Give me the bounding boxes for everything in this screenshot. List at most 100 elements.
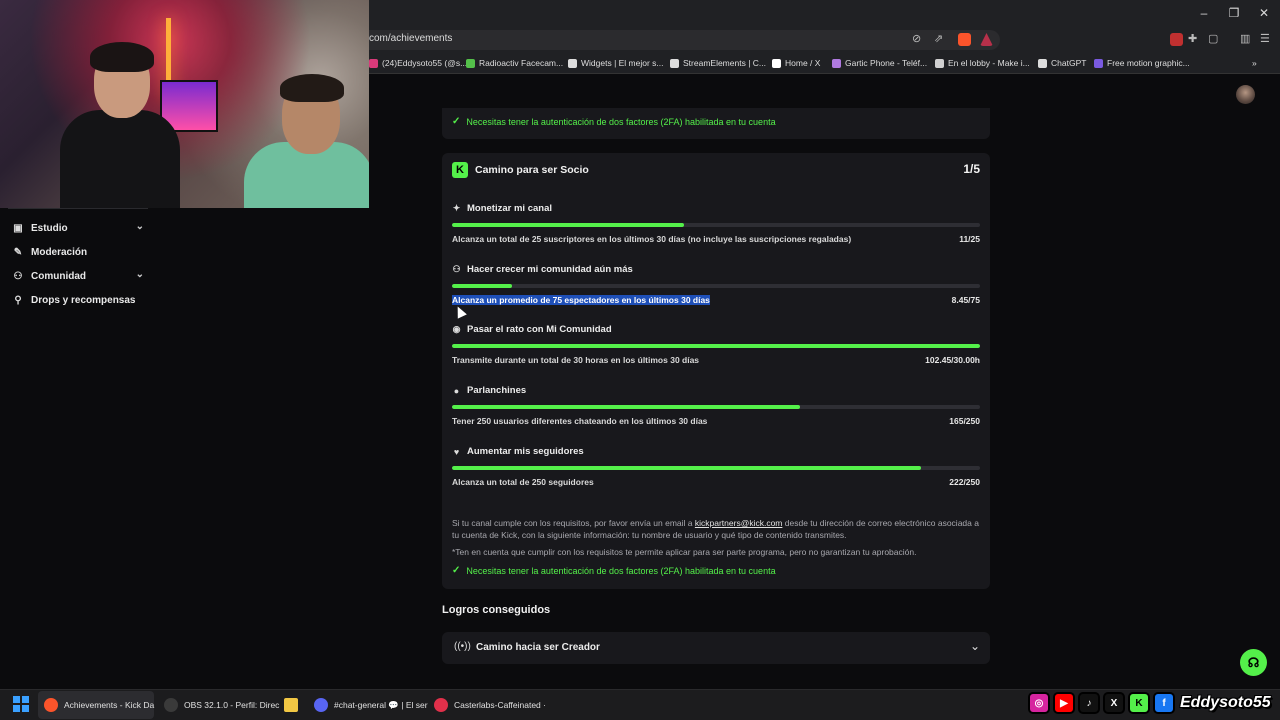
more-bookmarks-icon[interactable]: » bbox=[1252, 58, 1257, 68]
top-2fa-notice: ✓ Necesitas tener la autenticación de do… bbox=[452, 116, 776, 127]
bookmark-item[interactable]: Free motion graphic... bbox=[1094, 58, 1190, 68]
tiktok-icon: ♪ bbox=[1078, 692, 1100, 714]
bookmark-item[interactable]: Radioactiv Facecam... bbox=[466, 58, 563, 68]
progress-bar-fill bbox=[452, 344, 980, 348]
check-icon: ✓ bbox=[452, 565, 461, 576]
brave-shields-icon[interactable] bbox=[958, 33, 971, 46]
social-overlay: ◎ ▶ ♪ X Kf Eddysoto55 bbox=[1028, 690, 1271, 716]
taskbar-item-label: OBS 32.1.0 - Perfil: Direc bbox=[184, 700, 280, 710]
requirement-item: ● Parlanchines Tener 250 usuarios diferent… bbox=[452, 385, 980, 426]
sidebar-item-drops[interactable]: ⚲ Drops y recompensas bbox=[12, 292, 144, 308]
bookmark-label: (24)Eddysoto55 (@s... bbox=[382, 58, 468, 68]
taskbar-item[interactable] bbox=[284, 697, 298, 713]
webcam-person-right bbox=[230, 74, 369, 208]
sidebar-item-label: Moderación bbox=[31, 246, 88, 258]
bookmark-item[interactable]: (24)Eddysoto55 (@s... bbox=[369, 58, 467, 68]
minimize-icon[interactable]: – bbox=[1196, 6, 1212, 20]
sidebar-item-estudio[interactable]: ▣ Estudio ⌄ bbox=[12, 220, 144, 236]
extension-icon[interactable] bbox=[1170, 33, 1183, 46]
streamelements-icon bbox=[670, 58, 679, 68]
puzzle-icon[interactable]: ✚ bbox=[1188, 32, 1197, 45]
bookmark-item[interactable]: En el lobby - Make i... bbox=[935, 58, 1030, 68]
progress-bar-fill bbox=[452, 405, 801, 409]
check-icon: ✓ bbox=[452, 116, 461, 127]
taskbar-item-label: Casterlabs-Caffeinated · bbox=[454, 700, 546, 710]
achievements-heading: Logros conseguidos bbox=[442, 604, 551, 616]
x-icon: X bbox=[1103, 692, 1125, 714]
restore-icon[interactable]: ❐ bbox=[1226, 6, 1242, 20]
requirement-title-text: Pasar el rato con Mi Comunidad bbox=[467, 324, 612, 335]
sidebar-item-moderacion[interactable]: ✎ Moderación bbox=[12, 244, 144, 260]
windows-start-icon[interactable] bbox=[13, 696, 29, 712]
progress-bar bbox=[452, 466, 980, 470]
info-paragraph: Si tu canal cumple con los requisitos, p… bbox=[452, 517, 980, 541]
chevron-down-icon[interactable]: ⌄ bbox=[970, 639, 980, 653]
community-icon: ⚇ bbox=[13, 270, 23, 282]
chevron-down-icon[interactable]: ⌄ bbox=[136, 221, 144, 232]
requirement-title-text: Aumentar mis seguidores bbox=[467, 446, 584, 457]
progress-bar-fill bbox=[452, 466, 921, 470]
bookmark-item[interactable]: Widgets | El mejor s... bbox=[568, 58, 664, 68]
heart-icon: ♥ bbox=[453, 446, 460, 457]
sparkle-icon: ✦ bbox=[452, 203, 461, 213]
progress-bar bbox=[452, 344, 980, 348]
sidebar-item-label: Comunidad bbox=[31, 270, 86, 282]
casterlabs-icon bbox=[434, 698, 448, 712]
progress-bar-fill bbox=[452, 223, 685, 227]
instagram-icon: ◎ bbox=[1028, 692, 1050, 714]
widget-icon bbox=[568, 58, 577, 68]
folder-icon bbox=[284, 698, 298, 712]
taskbar-item[interactable]: #chat-general 💬 | El ser bbox=[314, 697, 428, 713]
brave-icon bbox=[44, 698, 58, 712]
streamer-handle: Eddysoto55 bbox=[1180, 694, 1271, 711]
requirement-title: ● Parlanchines bbox=[452, 385, 980, 396]
radioactiv-icon bbox=[466, 58, 475, 68]
bookmark-label: ChatGPT bbox=[1051, 58, 1087, 68]
taskbar-item[interactable]: Achievements - Kick Da bbox=[44, 697, 154, 713]
requirement-description: Tener 250 usuarios diferentes chateando … bbox=[452, 416, 708, 426]
youtube-icon: ▶ bbox=[1053, 692, 1075, 714]
bookmark-label: StreamElements | C... bbox=[683, 58, 766, 68]
sidebar-divider bbox=[8, 208, 148, 214]
chevron-down-icon[interactable]: ⌄ bbox=[136, 269, 144, 280]
bookmark-item[interactable]: Home / X bbox=[772, 58, 820, 68]
share-icon[interactable]: ⇗ bbox=[934, 32, 943, 45]
requirement-value: 165/250 bbox=[949, 416, 980, 426]
partner-2fa-notice: ✓ Necesitas tener la autenticación de do… bbox=[452, 565, 776, 576]
requirement-description: Alcanza un total de 250 seguidores bbox=[452, 477, 594, 487]
top-2fa-notice-text: Necesitas tener la autenticación de dos … bbox=[466, 116, 776, 127]
bookmark-label: Free motion graphic... bbox=[1107, 58, 1190, 68]
chatgpt-icon bbox=[1038, 58, 1047, 68]
taskbar-item[interactable]: Casterlabs-Caffeinated · bbox=[434, 697, 546, 713]
broadcast-icon: ◉ bbox=[452, 324, 461, 334]
bookmark-item[interactable]: Gartic Phone - Teléf... bbox=[832, 58, 927, 68]
discord-icon bbox=[314, 698, 328, 712]
bookmark-label: Home / X bbox=[785, 58, 821, 68]
creator-path-accordion[interactable]: ((•)) Camino hacia ser Creador ⌄ bbox=[442, 632, 990, 664]
partner-progress-count: 1/5 bbox=[963, 162, 980, 176]
menu-icon[interactable]: ☰ bbox=[1260, 32, 1270, 45]
wrench-icon: ✎ bbox=[13, 246, 23, 258]
close-icon[interactable]: ✕ bbox=[1256, 6, 1272, 20]
x-icon bbox=[772, 58, 781, 68]
sidebar-toggle-icon[interactable]: ▥ bbox=[1240, 32, 1250, 45]
partner-email-link[interactable]: kickpartners@kick.com bbox=[695, 518, 783, 528]
wallet-icon[interactable]: ▢ bbox=[1208, 32, 1218, 45]
url-text[interactable]: com/achievements bbox=[369, 33, 452, 44]
bookmark-item[interactable]: ChatGPT bbox=[1038, 58, 1086, 68]
requirement-title-text: Monetizar mi canal bbox=[467, 203, 552, 214]
sidebar-item-comunidad[interactable]: ⚇ Comunidad ⌄ bbox=[12, 268, 144, 284]
sidebar-item-label: Estudio bbox=[31, 222, 68, 234]
support-chat-button[interactable]: ☊ bbox=[1240, 649, 1267, 676]
avatar[interactable] bbox=[1236, 85, 1255, 104]
taskbar-item[interactable]: OBS 32.1.0 - Perfil: Direc bbox=[164, 697, 279, 713]
progress-bar bbox=[452, 405, 980, 409]
bookmark-item[interactable]: StreamElements | C... bbox=[670, 58, 766, 68]
bookmark-label: Widgets | El mejor s... bbox=[581, 58, 664, 68]
mute-icon[interactable]: ⊘ bbox=[912, 32, 921, 45]
requirement-description: Transmite durante un total de 30 horas e… bbox=[452, 355, 700, 365]
partner-card-header: K Camino para ser Socio bbox=[452, 162, 589, 178]
webcam-overlay bbox=[0, 0, 369, 208]
partner-2fa-notice-text: Necesitas tener la autenticación de dos … bbox=[466, 565, 776, 576]
requirement-title: ♥ Aumentar mis seguidores bbox=[452, 446, 980, 457]
